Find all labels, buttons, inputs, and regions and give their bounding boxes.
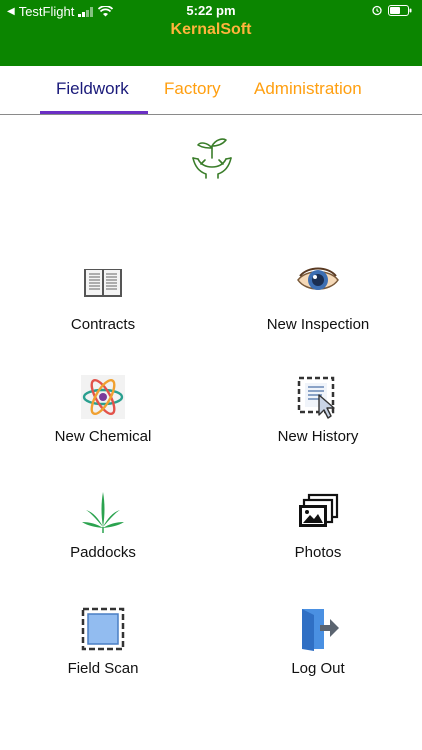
paddocks-label: Paddocks — [70, 544, 136, 561]
tab-administration[interactable]: Administration — [254, 79, 362, 99]
photos-label: Photos — [294, 544, 342, 561]
app-header: ◀ TestFlight 5:22 pm KernalSoft — [0, 0, 422, 66]
tab-indicator — [40, 111, 148, 114]
new-chemical-button[interactable]: New Chemical — [3, 375, 203, 465]
battery-icon — [388, 4, 412, 16]
new-history-label: New History — [277, 428, 359, 445]
status-time: 5:22 pm — [186, 3, 236, 18]
photos-button[interactable]: Photos — [218, 491, 418, 581]
paddocks-button[interactable]: Paddocks — [3, 491, 203, 581]
log-out-label: Log Out — [291, 660, 345, 677]
contracts-label: Contracts — [70, 316, 136, 333]
plant-in-hands-icon — [192, 138, 232, 179]
scan-square-icon — [81, 607, 125, 651]
new-inspection-label: New Inspection — [266, 316, 370, 333]
app-title: KernalSoft — [170, 21, 252, 38]
status-bar: ◀ TestFlight 5:22 pm — [0, 0, 422, 22]
photos-icon — [299, 493, 339, 527]
field-scan-label: Field Scan — [67, 660, 139, 677]
new-chemical-label: New Chemical — [54, 428, 152, 445]
new-inspection-button[interactable]: New Inspection — [218, 263, 418, 353]
alarm-icon — [372, 5, 382, 16]
atom-icon — [81, 375, 125, 419]
tab-bar: Fieldwork Factory Administration — [0, 66, 422, 115]
tab-fieldwork[interactable]: Fieldwork — [56, 79, 129, 99]
leaf-icon — [82, 492, 124, 533]
document-cursor-icon — [297, 376, 335, 419]
logout-door-icon — [302, 609, 339, 651]
tab-factory[interactable]: Factory — [164, 79, 221, 99]
eye-icon — [297, 267, 339, 290]
log-out-button[interactable]: Log Out — [218, 607, 418, 697]
book-icon — [84, 269, 122, 297]
field-scan-button[interactable]: Field Scan — [3, 607, 203, 697]
new-history-button[interactable]: New History — [218, 375, 418, 465]
contracts-button[interactable]: Contracts — [3, 263, 203, 353]
